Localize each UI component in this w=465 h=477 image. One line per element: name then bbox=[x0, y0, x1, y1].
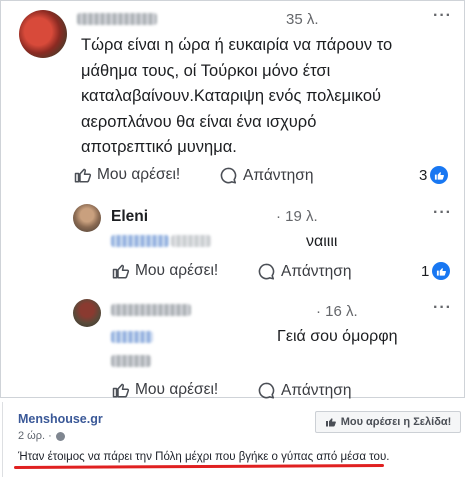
post-caption: Ήταν έτοιμος να πάρει την Πόλη μέχρι που… bbox=[18, 451, 390, 463]
comment-screenshot: 35 λ. ··· Τώρα είναι η ώρα ή ευκαιρία να… bbox=[0, 0, 465, 400]
reaction-count[interactable]: 1 bbox=[421, 262, 451, 280]
reply-bubble-icon bbox=[258, 263, 275, 280]
divider bbox=[2, 402, 3, 477]
comment-line: Τώρα είναι η ώρα ή ευκαιρία να πάρουν το bbox=[81, 36, 393, 54]
reaction-number: 1 bbox=[421, 262, 430, 280]
comment-line: καταλαβαίνουν.Καταριψη ενός πολεμικού bbox=[81, 87, 382, 105]
thumbs-up-icon bbox=[325, 418, 336, 427]
like-button[interactable]: Μου αρέσει! bbox=[74, 166, 180, 184]
reply-bubble-icon bbox=[220, 167, 237, 184]
post-time: 2 ώρ. · bbox=[18, 430, 65, 442]
tagged-name-blurred-2 bbox=[171, 235, 211, 247]
comment-body: Τώρα είναι η ώρα ή ευκαιρία να πάρουν το… bbox=[81, 33, 392, 161]
reply-time: · 19 λ. bbox=[276, 208, 318, 225]
like-button[interactable]: Μου αρέσει! bbox=[112, 381, 218, 399]
reply-avatar[interactable] bbox=[73, 299, 101, 327]
reply-label: Απάντηση bbox=[243, 166, 314, 184]
more-options-icon[interactable]: ··· bbox=[433, 204, 452, 222]
like-page-label: Μου αρέσει η Σελίδα! bbox=[340, 416, 452, 428]
more-options-icon[interactable]: ··· bbox=[433, 7, 452, 25]
like-label: Μου αρέσει! bbox=[97, 166, 181, 183]
reply-bubble-icon bbox=[258, 382, 275, 399]
thumbs-up-icon bbox=[74, 168, 92, 183]
comment-line: μάθημα τους, οί Τούρκοι μόνο έτσι bbox=[81, 61, 331, 80]
tagged-name-blurred[interactable] bbox=[111, 331, 153, 343]
like-page-button[interactable]: Μου αρέσει η Σελίδα! bbox=[315, 411, 461, 433]
page-name-link[interactable]: Menshouse.gr bbox=[18, 412, 103, 426]
comment-line: αεροπλάνου θα είναι ένα ισχυρό bbox=[81, 112, 317, 131]
reply-label: Απάντηση bbox=[281, 262, 352, 280]
like-button[interactable]: Μου αρέσει! bbox=[112, 262, 218, 280]
thumbs-up-icon bbox=[112, 383, 130, 398]
globe-icon bbox=[55, 431, 65, 441]
like-label: Μου αρέσει! bbox=[135, 262, 219, 279]
reply-button[interactable]: Απάντηση bbox=[257, 381, 351, 400]
like-reaction-icon bbox=[430, 166, 449, 184]
commenter-avatar[interactable] bbox=[19, 10, 67, 58]
reaction-count[interactable]: 3 bbox=[419, 166, 449, 184]
reply-button[interactable]: Απάντηση bbox=[219, 166, 313, 185]
reply-avatar[interactable] bbox=[73, 204, 101, 232]
comment-line: αποτρεπτικό μυνημα. bbox=[81, 138, 237, 156]
reply-author-name[interactable]: Eleni bbox=[111, 208, 148, 226]
more-options-icon[interactable]: ··· bbox=[433, 299, 452, 317]
thumbs-up-icon bbox=[112, 264, 130, 279]
tagged-name-blurred[interactable] bbox=[111, 235, 169, 247]
commenter-name-blurred[interactable] bbox=[77, 13, 157, 25]
like-label: Μου αρέσει! bbox=[135, 381, 219, 398]
reply-author-name-blurred[interactable] bbox=[111, 304, 191, 316]
reply-body: ναιιιι bbox=[306, 233, 338, 250]
like-reaction-icon bbox=[432, 262, 451, 280]
reply-label: Απάντηση bbox=[281, 381, 352, 399]
post-time-text: 2 ώρ. · bbox=[18, 430, 52, 442]
reply-body: Γειά σου όμορφη bbox=[277, 328, 398, 345]
reply-time: · 16 λ. bbox=[316, 303, 358, 320]
reply-button[interactable]: Απάντηση bbox=[257, 262, 351, 281]
comment-time: 35 λ. bbox=[286, 11, 319, 28]
tagged-surname-blurred bbox=[111, 355, 151, 367]
reaction-number: 3 bbox=[419, 166, 428, 184]
red-underline-mark bbox=[13, 464, 385, 469]
